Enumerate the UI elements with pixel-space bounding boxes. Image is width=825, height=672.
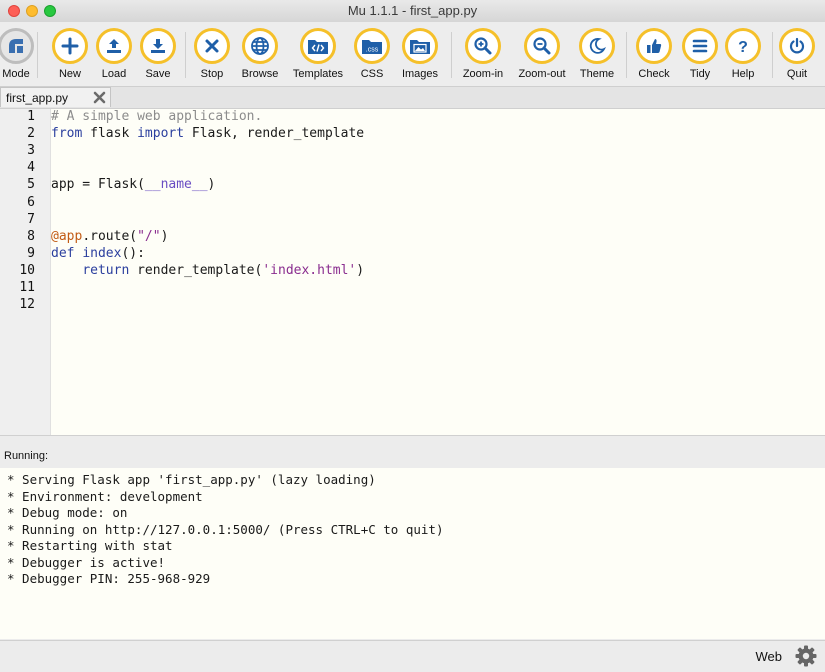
- code-token: render_template(: [129, 262, 263, 278]
- code-token: def: [51, 245, 75, 261]
- output-line: * Serving Flask app 'first_app.py' (lazy…: [7, 472, 376, 487]
- code-token: 'index.html': [262, 262, 357, 278]
- help-button-label: Help: [731, 68, 755, 80]
- css-folder-icon: .css: [354, 28, 390, 64]
- code-token: __name__: [144, 177, 208, 193]
- tidy-icon: [682, 28, 718, 64]
- line-number: 2: [27, 126, 35, 142]
- line-number-gutter: 1 2 3 4 5 6 7 8 9 10 11 12: [0, 109, 51, 436]
- tab-first-app[interactable]: first_app.py: [0, 87, 111, 107]
- code-token: return: [82, 262, 130, 278]
- code-line: from flask import Flask, render_template: [51, 126, 364, 141]
- help-icon: ?: [725, 28, 761, 64]
- code-token: from: [51, 126, 83, 142]
- close-icon: [194, 28, 230, 64]
- runner-output[interactable]: * Serving Flask app 'first_app.py' (lazy…: [0, 468, 825, 639]
- line-number: 6: [27, 194, 35, 210]
- save-button[interactable]: Save: [130, 28, 186, 84]
- moon-icon: [579, 28, 615, 64]
- browse-button-label: Browse: [241, 68, 279, 80]
- code-line: # A simple web application.: [51, 109, 262, 124]
- svg-text:.css: .css: [366, 47, 379, 54]
- images-button-label: Images: [401, 68, 439, 80]
- code-folder-icon: [300, 28, 336, 64]
- power-icon: [779, 28, 815, 64]
- code-line: return render_template('index.html'): [51, 263, 364, 278]
- code-token: ): [207, 177, 216, 193]
- globe-icon: [242, 28, 278, 64]
- zoom-out-button[interactable]: Zoom-out: [514, 28, 570, 84]
- code-token: .route(: [82, 228, 138, 244]
- window-title: Mu 1.1.1 - first_app.py: [347, 3, 478, 18]
- download-icon: [140, 28, 176, 64]
- zoom-in-button-label: Zoom-in: [462, 68, 504, 80]
- tab-bar: first_app.py: [0, 87, 825, 108]
- title-bar: Mu 1.1.1 - first_app.py: [0, 0, 825, 23]
- code-line: app = Flask(__name__): [51, 177, 215, 192]
- mode-indicator[interactable]: Web: [756, 649, 783, 664]
- zoom-in-icon: [465, 28, 501, 64]
- theme-button-label: Theme: [579, 68, 615, 80]
- upload-icon: [96, 28, 132, 64]
- line-number: 1: [27, 109, 35, 124]
- thumbs-up-icon: [636, 28, 672, 64]
- line-number: 8: [27, 228, 35, 244]
- theme-button[interactable]: Theme: [569, 28, 625, 84]
- line-number: 3: [27, 143, 35, 159]
- runner-title: Running:: [4, 450, 49, 462]
- code-token: flask: [82, 126, 138, 142]
- svg-text:?: ?: [738, 39, 748, 55]
- output-line: * Debugger PIN: 255-968-929: [7, 571, 211, 586]
- code-token: ): [160, 228, 169, 244]
- zoom-out-icon: [524, 28, 560, 64]
- code-token: Flask, render_template: [184, 126, 365, 142]
- line-number: 12: [19, 297, 35, 313]
- code-token: @app: [51, 228, 83, 244]
- output-line: * Environment: development: [7, 488, 203, 504]
- code-token: # A simple web application.: [51, 109, 263, 124]
- zoom-in-button[interactable]: Zoom-in: [455, 28, 511, 84]
- mode-icon: [0, 28, 34, 64]
- code-token: ():: [121, 245, 145, 261]
- toolbar-divider: [451, 32, 452, 78]
- toolbar-divider: [37, 32, 38, 78]
- templates-button-label: Templates: [292, 68, 344, 80]
- output-line: * Restarting with stat: [7, 538, 173, 553]
- output-line: * Debugger is active!: [7, 554, 166, 570]
- code-token: ): [356, 262, 365, 278]
- help-button[interactable]: ? Help: [715, 28, 771, 84]
- output-line: * Debug mode: on: [7, 505, 128, 520]
- toolbar: Mode New Load Save Stop Browse Templates…: [0, 22, 825, 87]
- status-bar: Web: [0, 640, 825, 672]
- quit-button[interactable]: Quit: [769, 28, 825, 84]
- code-line: @app.route("/"): [51, 229, 168, 244]
- browse-button[interactable]: Browse: [232, 28, 288, 84]
- images-button[interactable]: Images: [392, 28, 448, 84]
- line-number: 9: [27, 245, 35, 261]
- gear-icon[interactable]: [795, 645, 817, 667]
- tab-label: first_app.py: [6, 91, 69, 105]
- close-icon[interactable]: [93, 91, 106, 104]
- templates-button[interactable]: Templates: [290, 28, 346, 84]
- code-line: def index():: [51, 246, 145, 261]
- save-button-label: Save: [145, 68, 171, 80]
- code-token: index: [82, 245, 122, 261]
- code-token: import: [137, 126, 185, 142]
- zoom-out-button-label: Zoom-out: [518, 68, 566, 80]
- plus-icon: [52, 28, 88, 64]
- images-folder-icon: [402, 28, 438, 64]
- code-editor[interactable]: 1 2 3 4 5 6 7 8 9 10 11 12 # A simple web applicati…: [0, 108, 825, 436]
- code-token: app = Flask(: [51, 177, 145, 193]
- line-number: 5: [27, 177, 35, 193]
- quit-button-label: Quit: [786, 68, 808, 80]
- line-number: 7: [27, 211, 35, 227]
- output-line: * Running on http://127.0.0.1:5000/ (Pre…: [7, 521, 444, 537]
- line-number: 10: [19, 262, 35, 278]
- line-number: 11: [19, 280, 35, 295]
- runner-header: Running:: [0, 435, 825, 469]
- line-number: 4: [27, 160, 35, 176]
- code-token: "/": [137, 228, 161, 244]
